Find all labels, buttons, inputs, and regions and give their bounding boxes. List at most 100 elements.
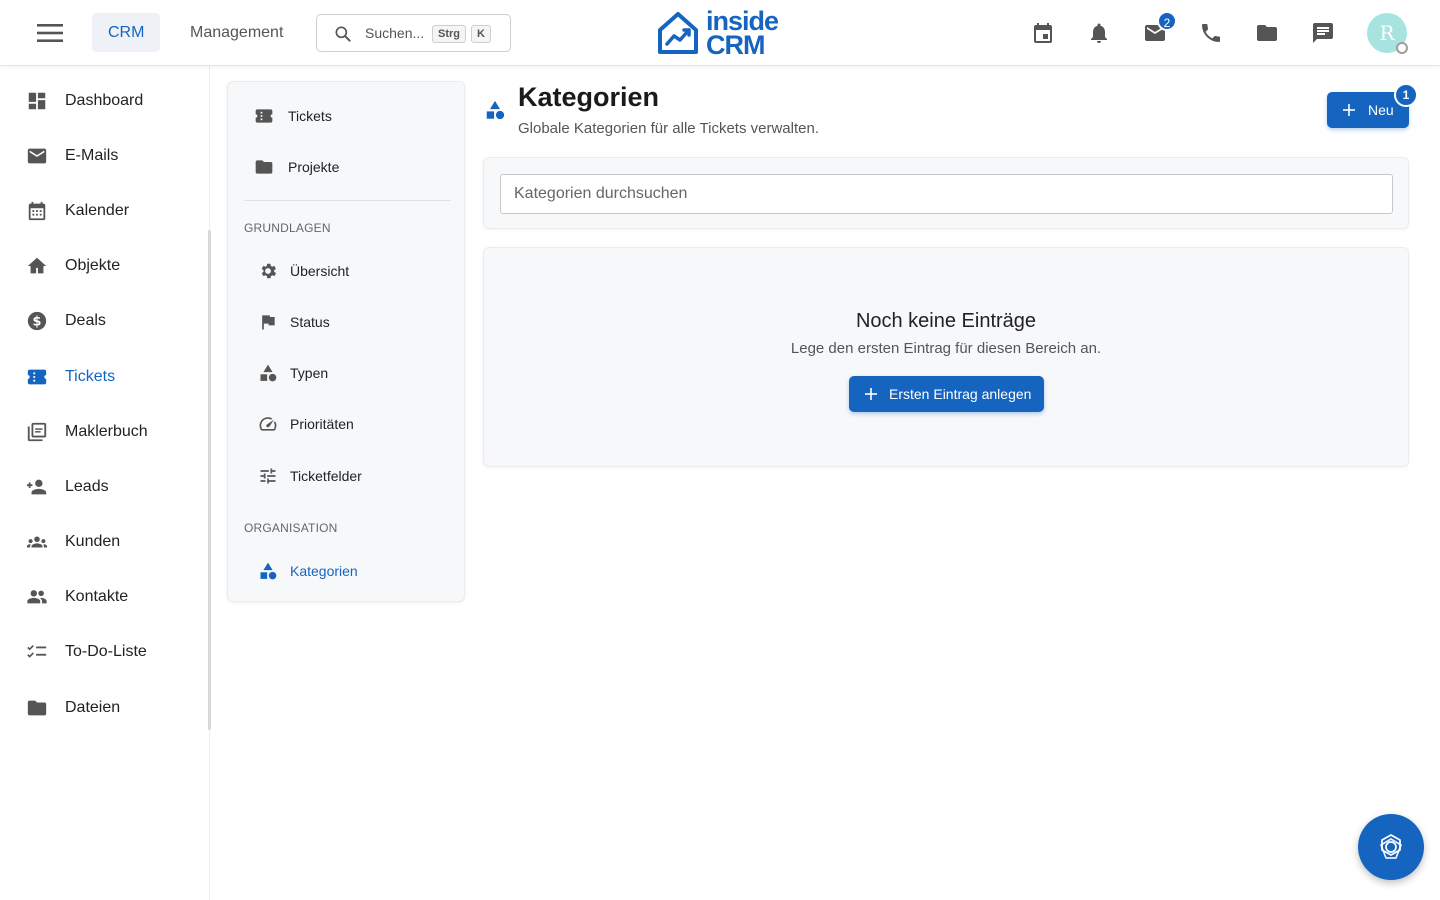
sidebar-item-label: Dateien [65, 699, 121, 716]
hamburger-icon[interactable] [34, 19, 66, 47]
sidebar-item-label: Kontakte [65, 588, 129, 605]
submenu-item-status[interactable]: Status [228, 302, 466, 342]
sidebar-item-label: Maklerbuch [65, 423, 148, 440]
sidebar-item-label: Leads [65, 478, 109, 495]
bell-icon[interactable] [1087, 21, 1111, 45]
sidebar-item-kalender[interactable]: Kalender [0, 189, 208, 233]
logo-house-icon [658, 12, 698, 54]
submenu-item-uebersicht[interactable]: Übersicht [228, 251, 466, 291]
submenu-item-ticketfelder[interactable]: Ticketfelder [228, 456, 466, 496]
section-title-organisation: ORGANISATION [244, 521, 338, 535]
sidebar-item-label: Objekte [65, 257, 121, 274]
folder-icon [254, 157, 274, 177]
page-title: Kategorien [518, 82, 660, 112]
new-badge: 1 [1394, 83, 1418, 107]
sidebar-item-kunden[interactable]: Kunden [0, 520, 208, 564]
folder-icon [26, 697, 48, 719]
sidebar: Dashboard E-Mails Kalender Objekte $ Dea… [0, 66, 211, 900]
assistant-icon [1380, 834, 1402, 859]
submenu-item-typen[interactable]: Typen [228, 353, 466, 393]
dollar-icon: $ [26, 310, 48, 332]
sidebar-item-todo[interactable]: To-Do-Liste [0, 630, 208, 674]
logo[interactable]: inside CRM [656, 6, 786, 60]
people-icon [26, 586, 48, 608]
assistant-fab[interactable] [1358, 814, 1424, 880]
submenu-item-prioritaeten[interactable]: Prioritäten [228, 404, 466, 444]
submenu-item-tickets[interactable]: Tickets [228, 96, 466, 136]
search-card [483, 157, 1409, 229]
submenu-item-label: Tickets [288, 108, 332, 124]
logo-text-crm: CRM [706, 30, 765, 60]
category-icon [484, 99, 506, 121]
submenu-item-label: Typen [290, 365, 329, 381]
gear-icon [258, 261, 278, 281]
plus-icon [863, 386, 879, 402]
submenu-item-label: Übersicht [290, 263, 350, 279]
status-indicator [1396, 42, 1408, 54]
search-icon [333, 24, 353, 44]
sidebar-item-dashboard[interactable]: Dashboard [0, 79, 208, 123]
mail-badge: 2 [1157, 11, 1177, 31]
mail-icon [26, 145, 48, 167]
sidebar-item-label: Tickets [65, 368, 116, 385]
checklist-icon [26, 641, 48, 663]
sidebar-item-label: Dashboard [65, 92, 144, 109]
submenu-item-kategorien[interactable]: Kategorien [228, 551, 466, 591]
svg-text:$: $ [33, 315, 42, 330]
shortcut-ctrl: Strg [432, 25, 466, 43]
sidebar-item-leads[interactable]: Leads [0, 465, 208, 509]
plus-icon [1341, 102, 1357, 118]
tab-crm[interactable]: CRM [92, 13, 161, 52]
submenu-divider [244, 200, 451, 201]
category-search-input[interactable] [500, 174, 1393, 214]
sidebar-item-label: To-Do-Liste [65, 643, 147, 660]
sidebar-item-objekte[interactable]: Objekte [0, 244, 208, 288]
person-add-icon [26, 476, 48, 498]
empty-state-subtitle: Lege den ersten Eintrag für diesen Berei… [790, 340, 1102, 357]
library-icon [26, 421, 48, 443]
submenu-item-label: Ticketfelder [290, 468, 362, 484]
tab-management[interactable]: Management [174, 13, 299, 52]
section-title-grundlagen: GRUNDLAGEN [244, 221, 331, 235]
submenu-item-label: Kategorien [290, 563, 358, 579]
sidebar-item-label: Kalender [65, 202, 130, 219]
global-search[interactable]: Suchen... Strg K [316, 14, 511, 52]
sidebar-item-kontakte[interactable]: Kontakte [0, 575, 208, 619]
speed-icon [258, 414, 278, 434]
submenu-item-label: Projekte [288, 159, 340, 175]
sidebar-item-dateien[interactable]: Dateien [0, 686, 208, 730]
empty-state-title: Noch keine Einträge [855, 310, 1037, 332]
search-placeholder: Suchen... [365, 25, 425, 41]
sidebar-item-emails[interactable]: E-Mails [0, 134, 208, 178]
dashboard-icon [26, 90, 48, 112]
ticket-icon [254, 106, 274, 126]
create-first-entry-label: Ersten Eintrag anlegen [889, 386, 1032, 402]
empty-state-card: Noch keine Einträge Lege den ersten Eint… [483, 247, 1409, 467]
sidebar-scrollbar[interactable] [208, 230, 211, 730]
submenu-item-label: Prioritäten [290, 416, 354, 432]
tune-icon [258, 466, 278, 486]
folder-icon[interactable] [1255, 21, 1279, 45]
sidebar-item-label: Deals [65, 312, 106, 329]
submenu-item-projekte[interactable]: Projekte [228, 147, 466, 187]
sidebar-item-tickets[interactable]: Tickets [0, 355, 208, 399]
sidebar-item-label: E-Mails [65, 147, 119, 164]
ticket-icon [26, 366, 48, 388]
new-button-label: Neu [1368, 102, 1394, 118]
page-subtitle: Globale Kategorien für alle Tickets verw… [518, 120, 819, 137]
top-header: CRM Management Suchen... Strg K inside C… [0, 0, 1440, 66]
ticket-settings-menu: Tickets Projekte GRUNDLAGEN Übersicht St… [227, 81, 465, 602]
category-icon [258, 363, 278, 383]
flag-icon [258, 312, 278, 332]
sidebar-item-label: Kunden [65, 533, 121, 550]
home-icon [26, 255, 48, 277]
phone-icon[interactable] [1199, 21, 1223, 45]
create-first-entry-button[interactable]: Ersten Eintrag anlegen [849, 376, 1044, 412]
calendar-icon[interactable] [1031, 21, 1055, 45]
sidebar-item-deals[interactable]: $ Deals [0, 299, 208, 343]
shortcut-k: K [471, 25, 491, 43]
sidebar-item-maklerbuch[interactable]: Maklerbuch [0, 410, 208, 454]
groups-icon [26, 531, 48, 553]
category-icon [258, 561, 278, 581]
chat-icon[interactable] [1311, 21, 1335, 45]
